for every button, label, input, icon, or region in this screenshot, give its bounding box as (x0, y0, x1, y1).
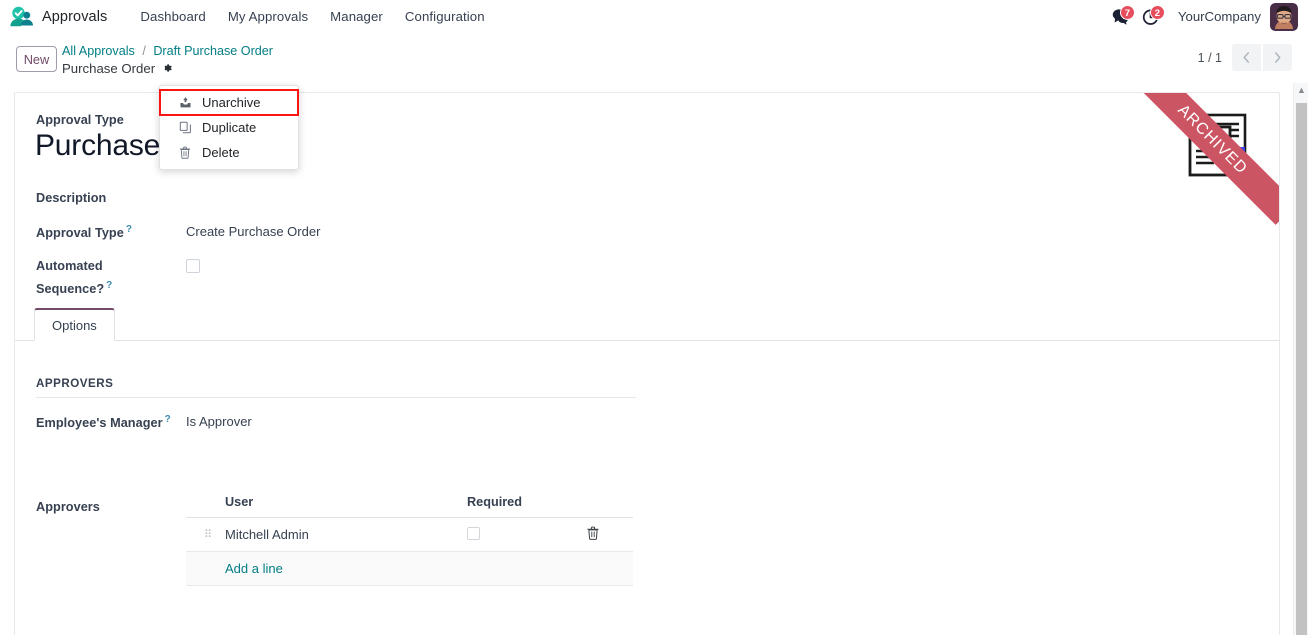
pager-count: 1 / 1 (1197, 50, 1222, 65)
top-navbar: Approvals Dashboard My Approvals Manager… (0, 0, 1308, 33)
messages-button[interactable]: 7 (1106, 4, 1136, 29)
archived-ribbon-label: ARCHIVED (1129, 93, 1279, 225)
automated-sequence-help-icon[interactable]: ? (106, 280, 112, 291)
archived-ribbon-area: ARCHIVED (1129, 93, 1279, 243)
activities-count-badge: 2 (1149, 4, 1165, 20)
employee-manager-label: Employee's Manager? (36, 414, 171, 430)
menu-item-my-approvals[interactable]: My Approvals (217, 5, 319, 28)
new-button[interactable]: New (16, 46, 57, 72)
notebook-tabs: Options (15, 308, 1279, 341)
add-line-row[interactable]: Add a line (186, 551, 633, 586)
main-menu: Dashboard My Approvals Manager Configura… (129, 5, 495, 28)
column-header-user: User (186, 491, 467, 518)
trash-icon (179, 146, 195, 159)
control-panel: New All Approvals / Draft Purchase Order… (0, 33, 1308, 83)
scrollbar-thumb[interactable] (1296, 103, 1307, 635)
required-checkbox[interactable] (467, 526, 480, 540)
messages-count-badge: 7 (1119, 4, 1135, 20)
gear-icon[interactable] (161, 62, 173, 74)
automated-sequence-label: Automated Sequence?? (36, 257, 166, 299)
menu-item-manager[interactable]: Manager (319, 5, 394, 28)
unarchive-icon (179, 96, 195, 109)
navbar-right: 7 2 YourCompany (1106, 0, 1302, 33)
vertical-scrollbar[interactable]: ▲ (1293, 83, 1308, 635)
document-image (1183, 111, 1251, 179)
app-name: Approvals (42, 8, 108, 25)
company-name[interactable]: YourCompany (1178, 9, 1261, 24)
cell-actions (587, 517, 633, 552)
approvers-list-label: Approvers (36, 500, 100, 514)
approvers-section-title: APPROVERS (36, 377, 636, 398)
cell-user[interactable]: ⠿ Mitchell Admin (186, 517, 467, 552)
pager-next-button[interactable] (1263, 44, 1292, 71)
table-header-row: User Required (186, 491, 633, 518)
employee-manager-help-icon[interactable]: ? (165, 414, 171, 425)
menu-item-configuration[interactable]: Configuration (394, 5, 496, 28)
approval-type-label: Approval Type? (36, 224, 132, 240)
approval-type-help-icon[interactable]: ? (126, 224, 132, 235)
scrollbar-up-arrow-icon[interactable]: ▲ (1294, 85, 1308, 95)
duplicate-icon (179, 121, 195, 134)
description-label: Description (36, 191, 107, 205)
breadcrumb: All Approvals / Draft Purchase Order Pur… (62, 44, 273, 76)
pager-previous-button[interactable] (1232, 44, 1261, 71)
dropdown-item-unarchive[interactable]: Unarchive (159, 89, 299, 116)
cell-required[interactable] (467, 517, 587, 552)
drag-handle-icon[interactable]: ⠿ (204, 529, 212, 540)
breadcrumb-separator: / (142, 44, 146, 58)
chevron-right-icon (1274, 52, 1281, 63)
app-brand[interactable]: Approvals (9, 6, 107, 28)
record-sheet: ARCHIVED Approval Type Purchase Order De… (14, 92, 1280, 635)
employee-manager-label-text: Employee's Manager (36, 416, 163, 431)
dropdown-item-duplicate[interactable]: Duplicate (160, 115, 298, 140)
dropdown-item-delete[interactable]: Delete (160, 140, 298, 165)
approval-type-value[interactable]: Create Purchase Order (186, 224, 320, 239)
automated-sequence-label-text: Automated Sequence? (36, 259, 105, 297)
add-a-line-link[interactable]: Add a line (186, 561, 283, 576)
breadcrumb-line-2: Purchase Order (62, 61, 273, 77)
dropdown-item-duplicate-label: Duplicate (202, 120, 257, 135)
dropdown-item-unarchive-label: Unarchive (202, 95, 261, 110)
cell-user-text: Mitchell Admin (225, 527, 309, 542)
record-pager: 1 / 1 (1198, 44, 1292, 71)
breadcrumb-current-record: Purchase Order (62, 60, 156, 76)
record-actions-dropdown: Unarchive Duplicate Delete (159, 85, 299, 170)
breadcrumb-line-1: All Approvals / Draft Purchase Order (62, 44, 273, 60)
dropdown-item-delete-label: Delete (202, 145, 240, 160)
title-field-label: Approval Type (36, 113, 124, 127)
user-avatar[interactable] (1270, 2, 1298, 31)
column-header-actions (587, 491, 633, 518)
activities-button[interactable]: 2 (1136, 4, 1166, 29)
menu-item-dashboard[interactable]: Dashboard (129, 5, 216, 28)
add-line-cell: Add a line (186, 551, 633, 586)
breadcrumb-draft-purchase-order[interactable]: Draft Purchase Order (153, 44, 273, 58)
tab-options[interactable]: Options (34, 308, 115, 341)
column-header-required: Required (467, 491, 587, 518)
approval-type-label-text: Approval Type (36, 226, 124, 241)
approvals-app-icon (9, 6, 35, 28)
approvers-table: User Required ⠿ Mitchell Admin Add a lin… (186, 491, 633, 586)
automated-sequence-checkbox[interactable] (186, 259, 200, 273)
delete-row-icon[interactable] (587, 526, 599, 543)
chevron-left-icon (1243, 52, 1250, 63)
employee-manager-value[interactable]: Is Approver (186, 414, 252, 429)
breadcrumb-all-approvals[interactable]: All Approvals (62, 44, 135, 58)
table-row[interactable]: ⠿ Mitchell Admin (186, 517, 633, 552)
